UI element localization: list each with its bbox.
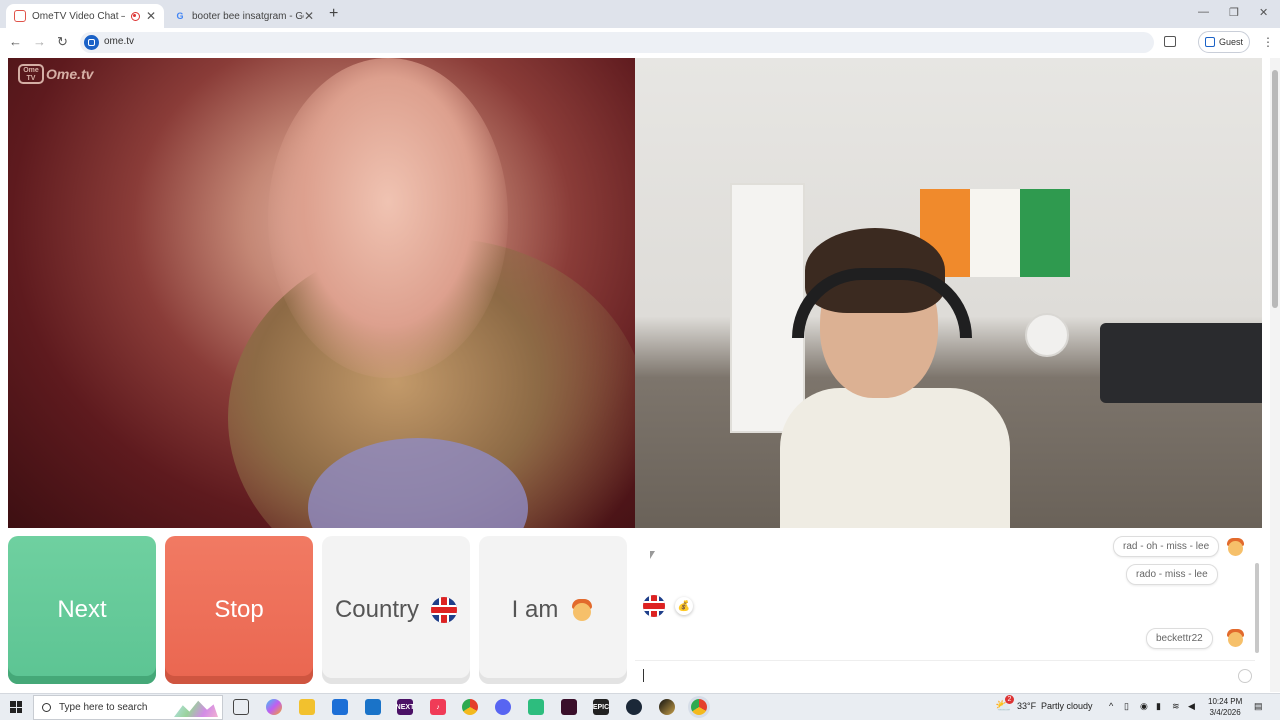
android-icon[interactable] (528, 699, 544, 715)
tray-device-icon[interactable]: ▯ (1124, 701, 1129, 712)
country-label: Country (334, 596, 420, 623)
text-caret (643, 669, 644, 682)
search-highlight-icon (174, 700, 218, 717)
chat-message: beckettr22 (1146, 628, 1213, 649)
chat-message: rado - miss - lee (1126, 564, 1218, 585)
uk-flag-icon (643, 595, 665, 617)
browser-toolbar: ← → ↻ ome.tv Guest ⋮ (0, 28, 1280, 56)
weather-temperature[interactable]: 33°F (1017, 701, 1036, 711)
video-bed-shape (1100, 323, 1262, 403)
stop-button[interactable]: Stop (165, 536, 313, 684)
back-arrow-icon[interactable]: ← (9, 34, 22, 49)
boy-emoji-icon (1225, 628, 1245, 648)
clock-time: 10:24 PM (1208, 697, 1243, 706)
ometv-logo-badge: Ome TV (18, 64, 44, 84)
tab-title: OmeTV Video Chat — Ome (32, 10, 125, 22)
browser-menu-icon[interactable]: ⋮ (1262, 35, 1274, 49)
boy-emoji-icon (1225, 537, 1245, 557)
store-icon[interactable] (332, 699, 348, 715)
weather-alert-badge: 2 (1005, 695, 1014, 704)
stranger-video: Ome TV Ome.tv (8, 58, 635, 528)
chat-scrollbar[interactable] (1255, 563, 1259, 653)
page-scrollbar[interactable] (1270, 58, 1280, 692)
money-bag-icon: 💰 (675, 597, 693, 615)
steam-icon[interactable] (626, 699, 642, 715)
game-icon[interactable] (659, 699, 675, 715)
epic-games-icon[interactable]: EPIC (593, 699, 609, 715)
task-view-icon[interactable] (233, 699, 249, 715)
ometv-logo: Ome TV Ome.tv (18, 64, 93, 84)
site-info-icon[interactable] (84, 35, 99, 50)
taskbar-search-box[interactable]: Type here to search (33, 695, 223, 720)
ometv-page: Ome TV Ome.tv Next Stop Country I am rad… (0, 57, 1280, 693)
ometv-logo-text: Ome.tv (46, 66, 94, 82)
minimize-icon[interactable]: — (1198, 6, 1209, 18)
forward-arrow-icon[interactable]: → (33, 34, 46, 49)
copilot-icon[interactable] (266, 699, 282, 715)
emoji-picker-icon[interactable] (1238, 669, 1252, 683)
profile-label: Guest (1218, 37, 1243, 47)
next-label: Next (57, 596, 107, 623)
boy-emoji-icon (570, 598, 594, 622)
google-favicon-icon: G (176, 11, 184, 21)
discord-icon[interactable] (495, 699, 511, 715)
outlook-icon[interactable] (365, 699, 381, 715)
self-video (635, 58, 1262, 528)
tab-ometv[interactable]: OmeTV Video Chat — Ome ✕ (6, 4, 164, 28)
stop-label: Stop (214, 596, 264, 623)
tab-close-icon[interactable]: ✕ (146, 9, 156, 23)
restore-icon[interactable]: ❐ (1229, 6, 1239, 19)
country-button[interactable]: Country (322, 536, 470, 684)
profile-icon (1204, 37, 1215, 47)
reading-mode-icon[interactable] (1164, 36, 1176, 47)
recording-indicator-icon (130, 11, 140, 21)
ometv-favicon-icon (14, 10, 26, 22)
stranger-info: 💰 (643, 595, 693, 617)
chrome-icon[interactable] (691, 699, 707, 715)
tab-title: booter bee insatgram - Google (192, 10, 304, 22)
url-text: ome.tv (104, 36, 135, 47)
address-bar[interactable]: ome.tv (80, 32, 1154, 53)
chat-panel: rad - oh - miss - lee rado - miss - lee … (635, 528, 1262, 693)
profile-button[interactable]: Guest (1198, 31, 1250, 53)
page-scrollbar-thumb[interactable] (1272, 70, 1278, 308)
next-button[interactable]: Next (8, 536, 156, 684)
next-app-icon[interactable]: NEXT (396, 699, 414, 715)
tray-network-icon[interactable]: ◉ (1140, 701, 1148, 712)
taskbar-clock[interactable]: 10:24 PM 3/4/2026 (1208, 696, 1242, 718)
music-icon[interactable]: ♪ (430, 699, 446, 715)
new-tab-button[interactable]: + (329, 5, 338, 23)
uk-flag-icon (431, 597, 458, 623)
tray-volume-icon[interactable]: ◀ (1188, 701, 1195, 712)
chat-input[interactable] (635, 660, 1255, 690)
chat-message: rad - oh - miss - lee (1113, 536, 1220, 557)
tray-wifi-icon[interactable]: ≋ (1172, 701, 1180, 712)
tab-close-icon[interactable]: ✕ (304, 9, 314, 23)
self-person-shape (780, 228, 1010, 528)
tray-overflow-icon[interactable]: ^ (1109, 701, 1113, 711)
file-explorer-icon[interactable] (299, 699, 315, 715)
gender-label: I am (511, 596, 559, 623)
video-face-shape (268, 58, 508, 378)
gender-button[interactable]: I am (479, 536, 627, 684)
media-app-icon[interactable] (561, 699, 577, 715)
start-windows-icon[interactable] (10, 701, 22, 713)
tray-battery-icon[interactable]: ▮ (1156, 701, 1161, 712)
search-placeholder: Type here to search (59, 702, 148, 713)
window-close-icon[interactable]: ✕ (1259, 6, 1268, 19)
windows-taskbar: Type here to search NEXT ♪ EPIC ⛅ 2 33°F… (0, 693, 1280, 720)
reload-icon[interactable]: ↻ (57, 34, 68, 50)
mouse-pointer-icon (650, 551, 655, 559)
clock-date: 3/4/2026 (1209, 708, 1241, 717)
weather-description[interactable]: Partly cloudy (1041, 701, 1093, 711)
search-icon (42, 703, 51, 712)
notification-icon[interactable]: ▤ (1254, 701, 1263, 712)
browser-tab-strip: OmeTV Video Chat — Ome ✕ G booter bee in… (0, 0, 1280, 28)
chrome-icon[interactable] (462, 699, 478, 715)
tab-google-search[interactable]: G booter bee insatgram - Google ✕ (166, 4, 322, 28)
video-fan-shape (1025, 313, 1069, 357)
